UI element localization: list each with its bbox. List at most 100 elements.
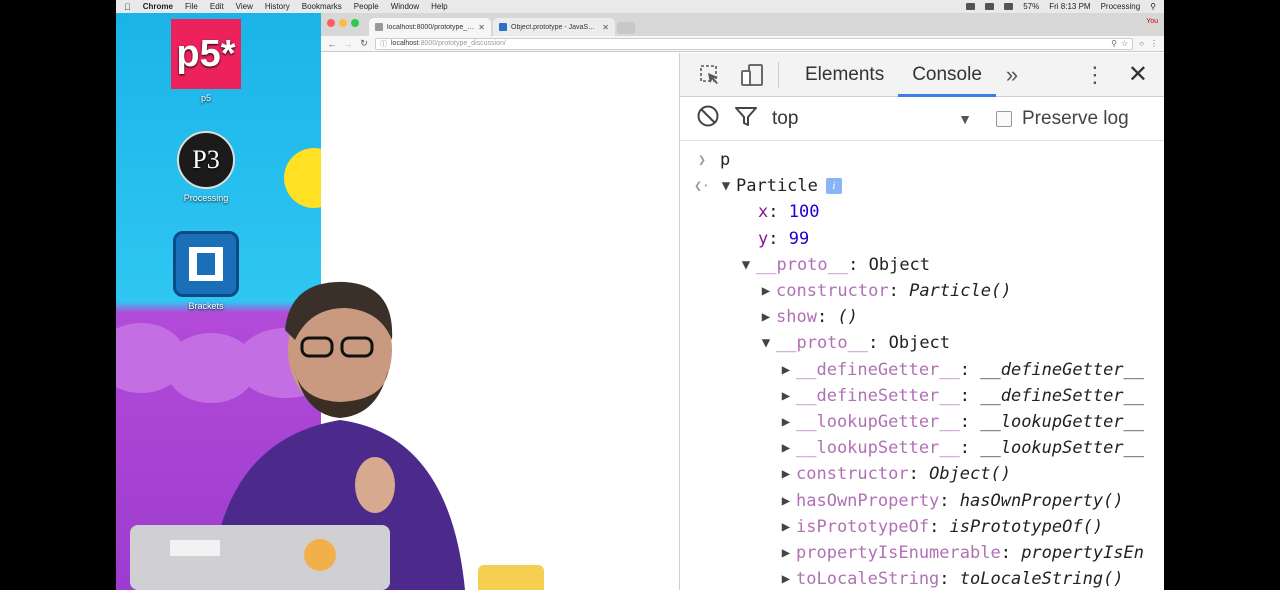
menu-window[interactable]: Window: [391, 2, 419, 11]
page-favicon-icon: [375, 23, 383, 31]
new-tab-button[interactable]: [617, 22, 635, 34]
prop-key: constructor: [776, 281, 889, 302]
object-entry[interactable]: ▶ __lookupSetter__: __lookupSetter__: [680, 435, 1164, 461]
prop-constructor[interactable]: ▶ constructor: Particle(): [680, 278, 1164, 304]
tab-elements[interactable]: Elements: [791, 53, 898, 97]
proto-node[interactable]: ▼ __proto__: Object: [680, 330, 1164, 356]
page-viewport[interactable]: [321, 53, 679, 590]
collapsed-triangle-icon[interactable]: ▶: [776, 362, 796, 378]
preserve-log-checkbox[interactable]: [996, 110, 1012, 127]
wifi-icon[interactable]: [1004, 3, 1014, 10]
more-tabs-chevron-icon[interactable]: »: [996, 62, 1028, 88]
collapsed-triangle-icon[interactable]: ▶: [776, 466, 796, 482]
menubar-status-area: 57% Fri 8:13 PM Processing ⚲: [966, 2, 1156, 11]
address-bar[interactable]: ⓘ localhost:8000/prototype_discussion/ ⚲…: [375, 37, 1134, 50]
prop-key: constructor: [796, 464, 909, 485]
menu-view[interactable]: View: [236, 2, 253, 11]
console-result-line[interactable]: ❮· ▼ Particle i: [680, 173, 1164, 199]
collapsed-triangle-icon[interactable]: ▶: [776, 414, 796, 430]
device-toolbar-icon[interactable]: [738, 61, 766, 89]
info-icon[interactable]: ⓘ: [380, 39, 387, 49]
proto-node[interactable]: ▼ __proto__: Object: [680, 252, 1164, 278]
menu-edit[interactable]: Edit: [210, 2, 224, 11]
collapsed-triangle-icon[interactable]: ▶: [776, 493, 796, 509]
apple-menu-icon[interactable]: : [124, 2, 131, 12]
menu-history[interactable]: History: [265, 2, 290, 11]
devtools-panel: Elements Console » ⋮ ✕ top ▼ Preserve lo…: [679, 53, 1164, 590]
menu-people[interactable]: People: [354, 2, 379, 11]
battery-percent[interactable]: 57%: [1023, 2, 1039, 11]
tab-title: Object.prototype - JavaScript: [511, 23, 599, 31]
collapsed-triangle-icon[interactable]: ▶: [756, 283, 776, 299]
collapsed-triangle-icon[interactable]: ▶: [776, 388, 796, 404]
desktop: p5* p5 P3 Processing Brackets: [116, 13, 321, 590]
tab-console[interactable]: Console: [898, 53, 996, 97]
devtools-menu-icon[interactable]: ⋮: [1070, 62, 1120, 88]
filter-icon[interactable]: [734, 104, 758, 133]
menu-app-name[interactable]: Chrome: [143, 2, 173, 11]
clock[interactable]: Fri 8:13 PM: [1049, 2, 1090, 11]
inspect-element-icon[interactable]: [696, 61, 724, 89]
browser-tab-mdn[interactable]: Object.prototype - JavaScript ✕: [493, 18, 615, 36]
tabbar-divider: [778, 61, 779, 88]
object-entry[interactable]: ▶ constructor: Object(): [680, 461, 1164, 487]
close-tab-icon[interactable]: ✕: [602, 23, 609, 32]
active-app-menu[interactable]: Processing: [1101, 2, 1141, 11]
clear-console-icon[interactable]: [696, 104, 720, 133]
url-path: :8000/prototype_discussion/: [418, 40, 506, 47]
dropbox-icon[interactable]: [966, 3, 976, 10]
menu-file[interactable]: File: [185, 2, 198, 11]
chrome-menu-icon[interactable]: ⋮: [1150, 39, 1158, 48]
zoom-icon[interactable]: ⚲: [1111, 39, 1117, 48]
bookmark-star-icon[interactable]: ☆: [1121, 39, 1128, 48]
object-entry[interactable]: ▶ __defineGetter__: __defineGetter__: [680, 357, 1164, 383]
close-devtools-icon[interactable]: ✕: [1120, 60, 1164, 89]
desktop-icon-p5[interactable]: p5* p5: [161, 19, 251, 103]
object-entry[interactable]: ▶ hasOwnProperty: hasOwnProperty(): [680, 487, 1164, 513]
expand-triangle-icon[interactable]: ▼: [716, 178, 736, 194]
preserve-log-toggle[interactable]: Preserve log: [996, 108, 1129, 130]
close-window-button[interactable]: [327, 19, 335, 27]
expand-triangle-icon[interactable]: ▼: [736, 257, 756, 273]
expand-triangle-icon[interactable]: ▼: [756, 335, 776, 351]
zoom-window-button[interactable]: [351, 19, 359, 27]
screen-icon[interactable]: [985, 3, 995, 10]
desktop-icon-brackets[interactable]: Brackets: [161, 231, 251, 311]
prop-value: Object(): [929, 464, 1011, 485]
prop-value: Object: [888, 333, 951, 354]
close-tab-icon[interactable]: ✕: [478, 23, 485, 32]
browser-tab-localhost[interactable]: localhost:8000/prototype_di... ✕: [369, 18, 491, 36]
collapsed-triangle-icon[interactable]: ▶: [776, 571, 796, 587]
back-arrow-icon[interactable]: ←: [327, 39, 337, 49]
menu-help[interactable]: Help: [431, 2, 447, 11]
object-entry[interactable]: ▶ __defineSetter__: __defineSetter__: [680, 383, 1164, 409]
info-badge-icon[interactable]: i: [825, 178, 842, 195]
profile-chip[interactable]: You: [1146, 18, 1158, 25]
reload-icon[interactable]: ↻: [359, 38, 369, 49]
object-entry[interactable]: ▶ toLocaleString: toLocaleString(): [680, 566, 1164, 590]
letterbox-left: [0, 0, 116, 590]
desktop-icon-processing[interactable]: P3 Processing: [161, 131, 251, 203]
extension-icon[interactable]: ○: [1139, 39, 1144, 48]
wallpaper-sun: [284, 148, 321, 208]
collapsed-triangle-icon[interactable]: ▶: [776, 519, 796, 535]
context-selector[interactable]: top ▼: [772, 108, 972, 130]
desktop-icon-label: Processing: [183, 193, 229, 203]
prop-value: __defineSetter__: [980, 385, 1145, 406]
object-entry[interactable]: ▶ propertyIsEnumerable: propertyIsEn: [680, 540, 1164, 566]
object-entry[interactable]: ▶ isPrototypeOf: isPrototypeOf(): [680, 514, 1164, 540]
mac-menubar:  Chrome File Edit View History Bookmark…: [116, 0, 1164, 13]
collapsed-triangle-icon[interactable]: ▶: [776, 440, 796, 456]
search-icon[interactable]: ⚲: [1150, 2, 1156, 11]
console-filterbar: top ▼ Preserve log: [680, 97, 1164, 141]
prop-key: show: [776, 307, 817, 328]
menu-bookmarks[interactable]: Bookmarks: [302, 2, 342, 11]
object-entry[interactable]: ▶ __lookupGetter__: __lookupGetter__: [680, 409, 1164, 435]
collapsed-triangle-icon[interactable]: ▶: [776, 545, 796, 561]
prop-value: Object: [868, 254, 931, 275]
prop-show[interactable]: ▶ show: (): [680, 304, 1164, 330]
forward-arrow-icon[interactable]: →: [343, 39, 353, 49]
collapsed-triangle-icon[interactable]: ▶: [756, 309, 776, 325]
minimize-window-button[interactable]: [339, 19, 347, 27]
prop-key: __proto__: [756, 254, 849, 275]
